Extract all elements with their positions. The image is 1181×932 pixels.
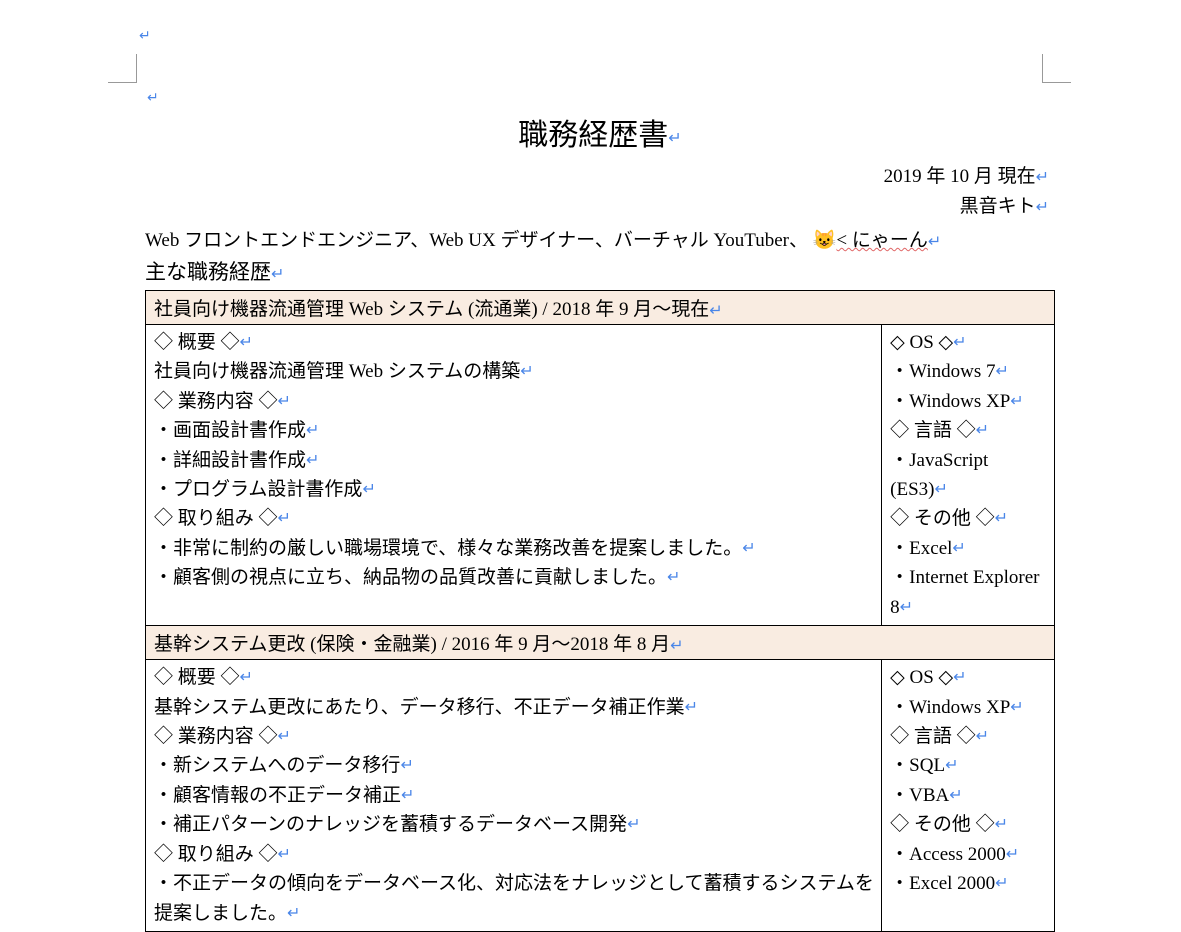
lang-label: ◇ 言語 ◇: [890, 420, 976, 441]
paragraph-mark-icon: ↵: [952, 540, 965, 557]
cat-emoji-icon: 😺: [813, 230, 837, 251]
paragraph-mark-icon: ↵: [287, 905, 300, 922]
overview-text: 基幹システム更改にあたり、データ移行、不正データ補正作業: [154, 697, 685, 718]
os-label: ◇ OS ◇: [890, 332, 953, 353]
effort-label: ◇ 取り組み ◇: [154, 508, 278, 529]
os-item: ・Windows XP: [890, 697, 1010, 718]
os-label: ◇ OS ◇: [890, 667, 953, 688]
paragraph-mark-icon: ↵: [147, 90, 159, 107]
paragraph-mark-icon: ↵: [949, 787, 962, 804]
project-header: 基幹システム更改 (保険・金融業) / 2016 年 9 月〜2018 年 8 …: [146, 626, 1055, 660]
meta-block: 2019 年 10 月 現在↵ 黒音キト↵: [145, 162, 1049, 223]
effort-item: ・非常に制約の厳しい職場環境で、様々な業務改善を提案しました。: [154, 538, 742, 559]
os-item: ・Windows XP: [890, 391, 1010, 412]
work-item: ・補正パターンのナレッジを蓄積するデータベース開発: [154, 814, 627, 835]
paragraph-mark-icon: ↵: [240, 334, 253, 351]
paragraph-mark-icon: ↵: [240, 669, 253, 686]
meta-date: 2019 年 10 月 現在: [884, 166, 1036, 187]
overview-label: ◇ 概要 ◇: [154, 332, 240, 353]
paragraph-mark-icon: ↵: [685, 699, 698, 716]
work-item: ・画面設計書作成: [154, 420, 306, 441]
paragraph-mark-icon: ↵: [976, 422, 989, 439]
paragraph-mark-icon: ↵: [401, 787, 414, 804]
paragraph-mark-icon: ↵: [667, 570, 680, 587]
other-item: ・Access 2000: [890, 844, 1006, 865]
paragraph-mark-icon: ↵: [362, 481, 375, 498]
overview-text: 社員向け機器流通管理 Web システムの構築: [154, 361, 520, 382]
paragraph-mark-icon: ↵: [520, 363, 533, 380]
document-title: 職務経歴書↵: [145, 110, 1055, 154]
paragraph-mark-icon: ↵: [953, 334, 966, 351]
paragraph-mark-icon: ↵: [1036, 199, 1049, 216]
project-left-cell: ◇ 概要 ◇↵ 基幹システム更改にあたり、データ移行、不正データ補正作業↵ ◇ …: [146, 660, 882, 932]
paragraph-mark-icon: ↵: [278, 846, 291, 863]
effort-label: ◇ 取り組み ◇: [154, 844, 278, 865]
work-item: ・プログラム設計書作成: [154, 479, 362, 500]
paragraph-mark-icon: ↵: [1006, 846, 1019, 863]
project-left-cell: ◇ 概要 ◇↵ 社員向け機器流通管理 Web システムの構築↵ ◇ 業務内容 ◇…: [146, 324, 882, 625]
paragraph-mark-icon: ↵: [306, 422, 319, 439]
paragraph-mark-icon: ↵: [945, 758, 958, 775]
work-item: ・詳細設計書作成: [154, 450, 306, 471]
other-label: ◇ その他 ◇: [890, 814, 995, 835]
paragraph-mark-icon: ↵: [976, 728, 989, 745]
paragraph-mark-icon: ↵: [271, 266, 284, 283]
paragraph-mark-icon: ↵: [278, 511, 291, 528]
work-item: ・顧客情報の不正データ補正: [154, 785, 401, 806]
paragraph-mark-icon: ↵: [995, 817, 1008, 834]
project-right-cell: ◇ OS ◇↵ ・Windows 7↵ ・Windows XP↵ ◇ 言語 ◇↵…: [882, 324, 1055, 625]
effort-item: ・不正データの傾向をデータベース化、対応法をナレッジとして蓄積するシステムを提案…: [154, 873, 874, 923]
paragraph-mark-icon: ↵: [900, 599, 913, 616]
section-heading-text: 主な職務経歴: [145, 260, 271, 284]
paragraph-mark-icon: ↵: [1036, 169, 1049, 186]
meta-name: 黒音キト: [960, 196, 1036, 217]
work-item: ・新システムへのデータ移行: [154, 755, 400, 776]
paragraph-mark-icon: ↵: [400, 758, 413, 775]
paragraph-mark-icon: ↵: [278, 393, 291, 410]
paragraph-mark-icon: ↵: [306, 452, 319, 469]
intro-squiggle-text: < にゃーん: [836, 230, 927, 251]
paragraph-mark-icon: ↵: [1010, 699, 1023, 716]
paragraph-mark-icon: ↵: [953, 669, 966, 686]
paragraph-mark-icon: ↵: [668, 130, 681, 147]
project-header-text: 社員向け機器流通管理 Web システム (流通業) / 2018 年 9 月〜現…: [154, 299, 709, 320]
paragraph-mark-icon: ↵: [742, 540, 755, 557]
intro-line: Web フロントエンドエンジニア、Web UX デザイナー、バーチャル YouT…: [145, 225, 1055, 252]
project-header: 社員向け機器流通管理 Web システム (流通業) / 2018 年 9 月〜現…: [146, 290, 1055, 324]
lang-item: ・SQL: [890, 755, 945, 776]
other-item: ・Excel 2000: [890, 873, 995, 894]
os-item: ・Windows 7: [890, 361, 995, 382]
work-label: ◇ 業務内容 ◇: [154, 391, 278, 412]
title-text: 職務経歴書: [518, 119, 668, 152]
other-label: ◇ その他 ◇: [890, 508, 995, 529]
paragraph-mark-icon: ↵: [139, 28, 151, 45]
experience-table: 社員向け機器流通管理 Web システム (流通業) / 2018 年 9 月〜現…: [145, 290, 1055, 932]
paragraph-mark-icon: ↵: [1010, 393, 1023, 410]
section-heading: 主な職務経歴↵: [145, 256, 1055, 286]
paragraph-mark-icon: ↵: [995, 511, 1008, 528]
document-page: ↵ ↵ 職務経歴書↵ 2019 年 10 月 現在↵ 黒音キト↵ Web フロン…: [145, 20, 1055, 932]
paragraph-mark-icon: ↵: [670, 638, 683, 655]
intro-text: Web フロントエンドエンジニア、Web UX デザイナー、バーチャル YouT…: [145, 230, 808, 251]
paragraph-mark-icon: ↵: [928, 233, 941, 250]
overview-label: ◇ 概要 ◇: [154, 667, 240, 688]
work-label: ◇ 業務内容 ◇: [154, 726, 278, 747]
crop-mark-top-left: [108, 54, 137, 83]
paragraph-mark-icon: ↵: [627, 817, 640, 834]
project-right-cell: ◇ OS ◇↵ ・Windows XP↵ ◇ 言語 ◇↵ ・SQL↵ ・VBA↵…: [882, 660, 1055, 932]
project-header-text: 基幹システム更改 (保険・金融業) / 2016 年 9 月〜2018 年 8 …: [154, 634, 670, 655]
paragraph-mark-icon: ↵: [995, 363, 1008, 380]
paragraph-mark-icon: ↵: [278, 728, 291, 745]
other-item: ・Excel: [890, 538, 952, 559]
paragraph-mark-icon: ↵: [709, 302, 722, 319]
lang-item: ・VBA: [890, 785, 949, 806]
paragraph-mark-icon: ↵: [934, 481, 947, 498]
effort-item: ・顧客側の視点に立ち、納品物の品質改善に貢献しました。: [154, 567, 667, 588]
lang-label: ◇ 言語 ◇: [890, 726, 976, 747]
